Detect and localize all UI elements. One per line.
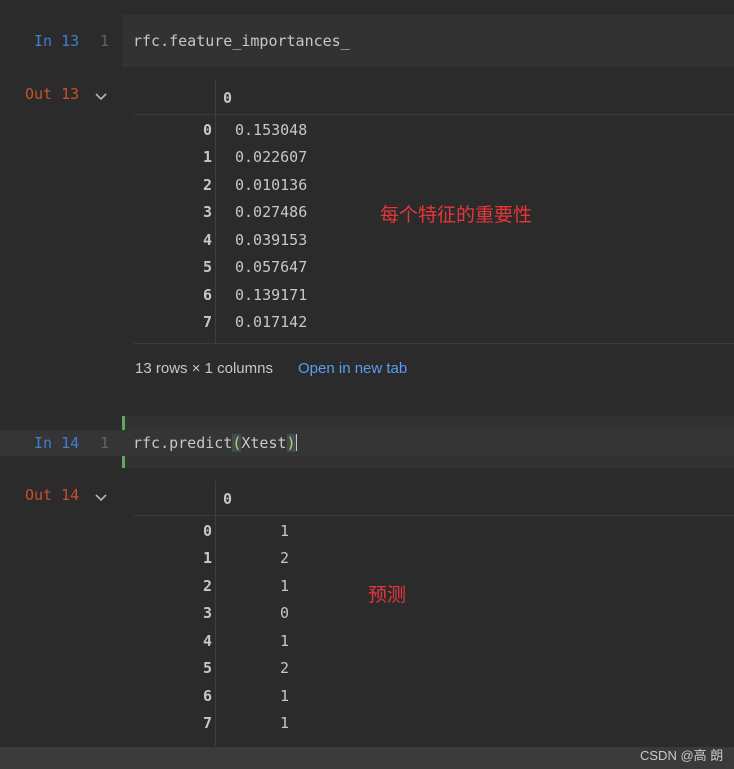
table-row: 7 1: [134, 712, 434, 739]
row-index: 0: [202, 522, 212, 540]
table-row: 5 2: [134, 657, 434, 684]
row-index: 1: [202, 549, 212, 567]
out-label-13: Out 13: [25, 85, 80, 103]
row-index: 5: [202, 659, 212, 677]
row-index: 3: [202, 604, 212, 622]
row-value: 1: [280, 714, 290, 732]
row-value: 0.017142: [235, 313, 308, 331]
in-label-13: In 13: [34, 32, 80, 50]
out-label-14: Out 14: [25, 486, 80, 504]
table-row: 7 0.017142: [134, 311, 434, 338]
current-line-highlight: [0, 430, 734, 456]
row-value: 1: [280, 632, 290, 650]
row-value: 2: [280, 549, 290, 567]
table-summary: 13 rows × 1 columns: [135, 360, 273, 377]
table-row: 2 0.010136: [134, 174, 434, 201]
table-row: 5 0.057647: [134, 256, 434, 283]
row-index: 2: [202, 176, 212, 194]
row-value: 0.139171: [235, 286, 308, 304]
in-label-14: In 14: [34, 434, 80, 452]
row-index: 6: [202, 286, 212, 304]
column-header: 0: [223, 490, 233, 508]
header-divider: [134, 515, 734, 516]
row-value: 0: [280, 604, 290, 622]
header-divider: [134, 114, 734, 115]
code-text-14[interactable]: rfc.predict(Xtest): [133, 434, 297, 452]
row-value: 2: [280, 659, 290, 677]
row-index: 7: [202, 714, 212, 732]
row-index: 4: [202, 632, 212, 650]
table-row: 0 0.153048: [134, 119, 434, 146]
line-number-13: 1: [100, 32, 110, 50]
row-index: 2: [202, 577, 212, 595]
row-value: 1: [280, 522, 290, 540]
table-row: 4 0.039153: [134, 229, 434, 256]
table-row: 4 1: [134, 630, 434, 657]
horizontal-scrollbar[interactable]: [0, 747, 734, 769]
open-in-new-tab-link[interactable]: Open in new tab: [298, 360, 407, 377]
watermark: CSDN @高 朗: [640, 748, 724, 763]
table-row: 0 1: [134, 520, 434, 547]
close-paren: ): [286, 434, 296, 452]
row-value: 0.039153: [235, 231, 308, 249]
table-bottom-divider: [134, 343, 734, 344]
row-value: 0.022607: [235, 148, 308, 166]
column-header: 0: [223, 89, 233, 107]
annotation-prediction: 预测: [368, 585, 407, 606]
row-value: 0.010136: [235, 176, 308, 194]
code-call: rfc.predict: [133, 434, 233, 452]
row-index: 6: [202, 687, 212, 705]
row-value: 1: [280, 687, 290, 705]
output-table-14: 0 0 1 1 2 2 1 3 0 4 1 5 2 6 1 7 1: [134, 481, 734, 746]
row-value: 0.057647: [235, 258, 308, 276]
row-value: 0.153048: [235, 121, 308, 139]
table-row: 1 0.022607: [134, 146, 434, 173]
code-argument: Xtest: [241, 434, 287, 452]
row-value: 0.027486: [235, 203, 308, 221]
row-value: 1: [280, 577, 290, 595]
row-index: 4: [202, 231, 212, 249]
row-index: 3: [202, 203, 212, 221]
row-index: 0: [202, 121, 212, 139]
row-index: 5: [202, 258, 212, 276]
annotation-feature-importance: 每个特征的重要性: [380, 205, 533, 226]
line-number-14: 1: [100, 434, 110, 452]
text-cursor: [295, 434, 297, 451]
code-text-13[interactable]: rfc.feature_importances_: [133, 32, 350, 50]
row-index: 7: [202, 313, 212, 331]
table-row: 1 2: [134, 547, 434, 574]
table-row: 6 0.139171: [134, 284, 434, 311]
chevron-down-icon[interactable]: [94, 493, 108, 503]
table-row: 6 1: [134, 685, 434, 712]
row-index: 1: [202, 148, 212, 166]
chevron-down-icon[interactable]: [94, 92, 108, 102]
